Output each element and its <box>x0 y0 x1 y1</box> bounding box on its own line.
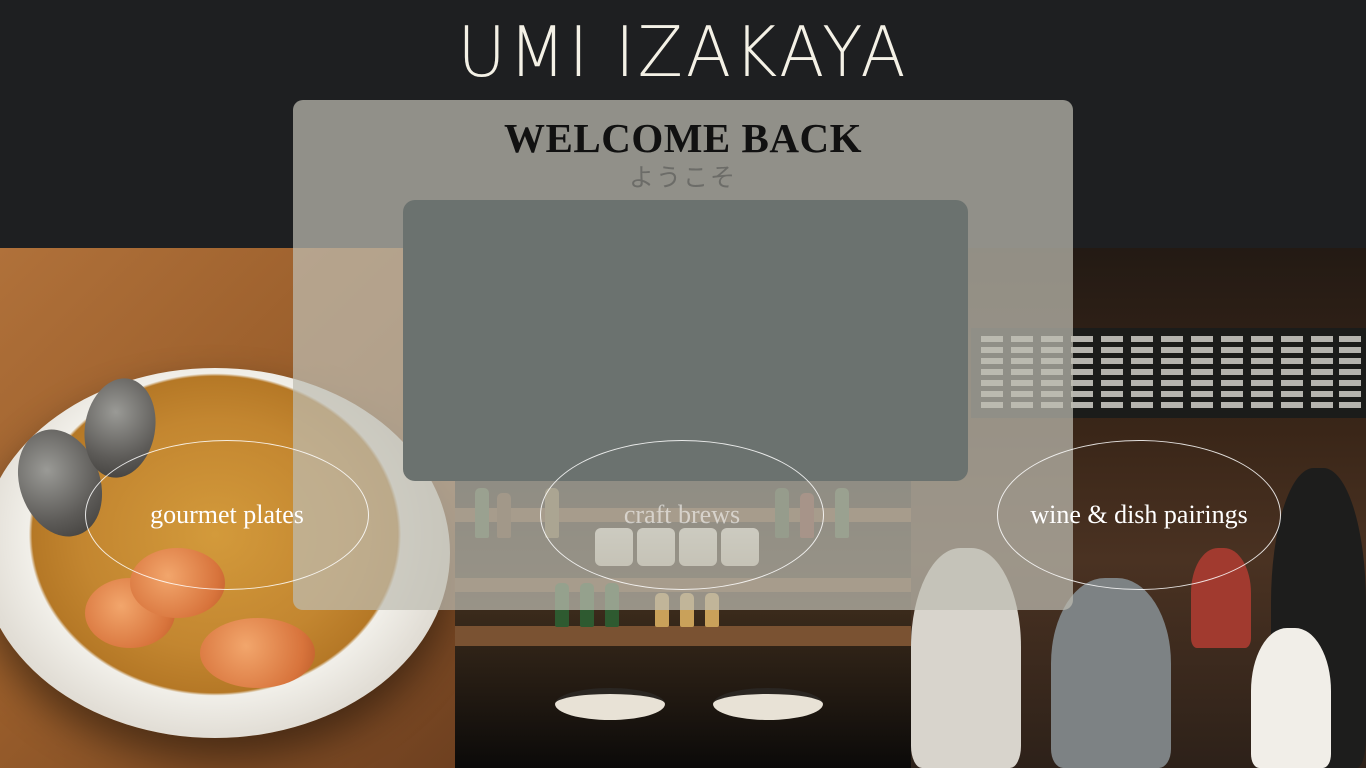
category-craft-brews[interactable]: craft brews <box>540 440 824 590</box>
bar-counter <box>455 626 911 646</box>
menu-strip <box>1221 336 1243 410</box>
shrimp <box>200 618 315 688</box>
welcome-title: WELCOME BACK <box>504 115 862 161</box>
category-label: gourmet plates <box>150 500 304 529</box>
category-label: wine & dish pairings <box>1030 500 1248 529</box>
menu-strip <box>1251 336 1273 410</box>
category-gourmet-plates[interactable]: gourmet plates <box>85 440 369 590</box>
diner <box>1251 628 1331 768</box>
menu-strip <box>1161 336 1183 410</box>
menu-strip <box>1311 336 1333 410</box>
page: UMI IZAKAYA WELCOME BACK ようこそ gourmet pl… <box>0 0 1366 768</box>
category-label: craft brews <box>623 500 741 529</box>
bar-stool <box>555 688 665 720</box>
menu-strip <box>1339 336 1361 410</box>
login-form-area[interactable] <box>403 200 968 481</box>
bar-stool <box>713 688 823 720</box>
menu-strip <box>1281 336 1303 410</box>
menu-strip <box>1071 336 1093 410</box>
menu-strip <box>1191 336 1213 410</box>
menu-strip <box>1131 336 1153 410</box>
brand-logo-text: UMI IZAKAYA <box>457 12 909 93</box>
welcome-subtitle: ようこそ <box>628 163 737 192</box>
menu-strip <box>1101 336 1123 410</box>
category-wine-dish-pairings[interactable]: wine & dish pairings <box>997 440 1281 590</box>
